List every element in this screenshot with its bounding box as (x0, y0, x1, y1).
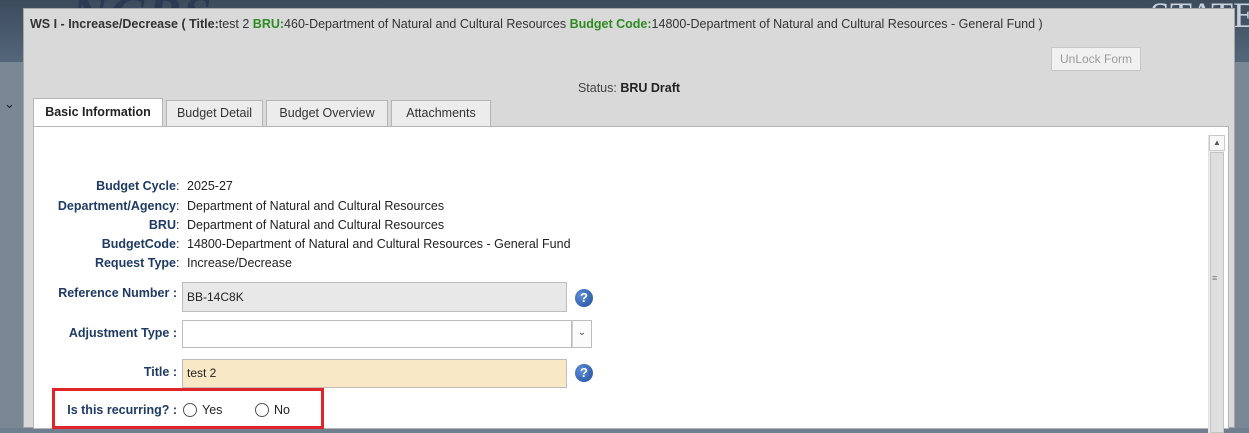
status-value: BRU Draft (620, 81, 681, 95)
recurring-label: Is this recurring? : (67, 403, 177, 417)
tab-attachments[interactable]: Attachments (391, 100, 491, 126)
scroll-up-arrow-icon[interactable]: ▲ (1209, 135, 1225, 151)
scrollbar-grip-icon: ≡ (1212, 273, 1218, 283)
title-row: Title : test 2 ? (34, 359, 634, 389)
budget-code-value: 14800-Department of Natural and Cultural… (187, 237, 571, 251)
ws-form-dialog: WS I - Increase/Decrease ( Title:test 2 … (23, 8, 1235, 433)
basic-information-panel: ▲ ≡ Budget Cycle : 2025-27 Department/Ag… (33, 126, 1229, 433)
reference-number-field: BB-14C8K (182, 282, 567, 312)
adjustment-type-label: Adjustment Type : (68, 326, 177, 340)
help-icon[interactable]: ? (575, 364, 593, 382)
chevron-down-icon: ⌄ (4, 96, 15, 111)
recurring-yes-label[interactable]: Yes (202, 403, 222, 417)
budget-cycle-value: 2025-27 (187, 179, 233, 193)
request-type-value: Increase/Decrease (187, 256, 292, 270)
budget-cycle-label: Budget Cycle (96, 179, 176, 193)
reference-number-label: Reference Number : (58, 286, 177, 300)
dialog-title: WS I - Increase/Decrease ( Title:test 2 … (30, 17, 1043, 31)
bru-value: Department of Natural and Cultural Resou… (187, 218, 445, 232)
reference-number-row: Reference Number : BB-14C8K ? (34, 282, 634, 312)
title-field[interactable]: test 2 (182, 359, 567, 388)
budget-code-label: BudgetCode (101, 237, 176, 251)
bru-label: BRU (148, 218, 176, 232)
unlock-form-button[interactable]: UnLock Form (1051, 47, 1141, 71)
recurring-row: Is this recurring? : Yes No (34, 401, 334, 421)
chevron-down-icon[interactable]: ⌄ (572, 320, 592, 348)
vertical-scrollbar[interactable]: ▲ ≡ (1208, 135, 1225, 433)
help-icon[interactable]: ? (575, 289, 593, 307)
scrollbar-thumb[interactable] (1210, 152, 1224, 433)
recurring-no-radio[interactable] (255, 403, 269, 417)
tab-basic-information[interactable]: Basic Information (33, 98, 163, 127)
recurring-no-label[interactable]: No (274, 403, 290, 417)
title-label: Title : (143, 365, 177, 379)
request-type-label: Request Type (94, 256, 176, 270)
status-text: Status: BRU Draft (577, 81, 681, 95)
department-label: Department/Agency (57, 199, 176, 213)
adjustment-type-row: Adjustment Type : ⌄ (34, 320, 634, 350)
tab-budget-detail[interactable]: Budget Detail (166, 100, 263, 126)
recurring-yes-radio[interactable] (183, 403, 197, 417)
adjustment-type-select[interactable] (182, 320, 572, 348)
department-value: Department of Natural and Cultural Resou… (187, 199, 445, 213)
tab-budget-overview[interactable]: Budget Overview (266, 100, 388, 126)
